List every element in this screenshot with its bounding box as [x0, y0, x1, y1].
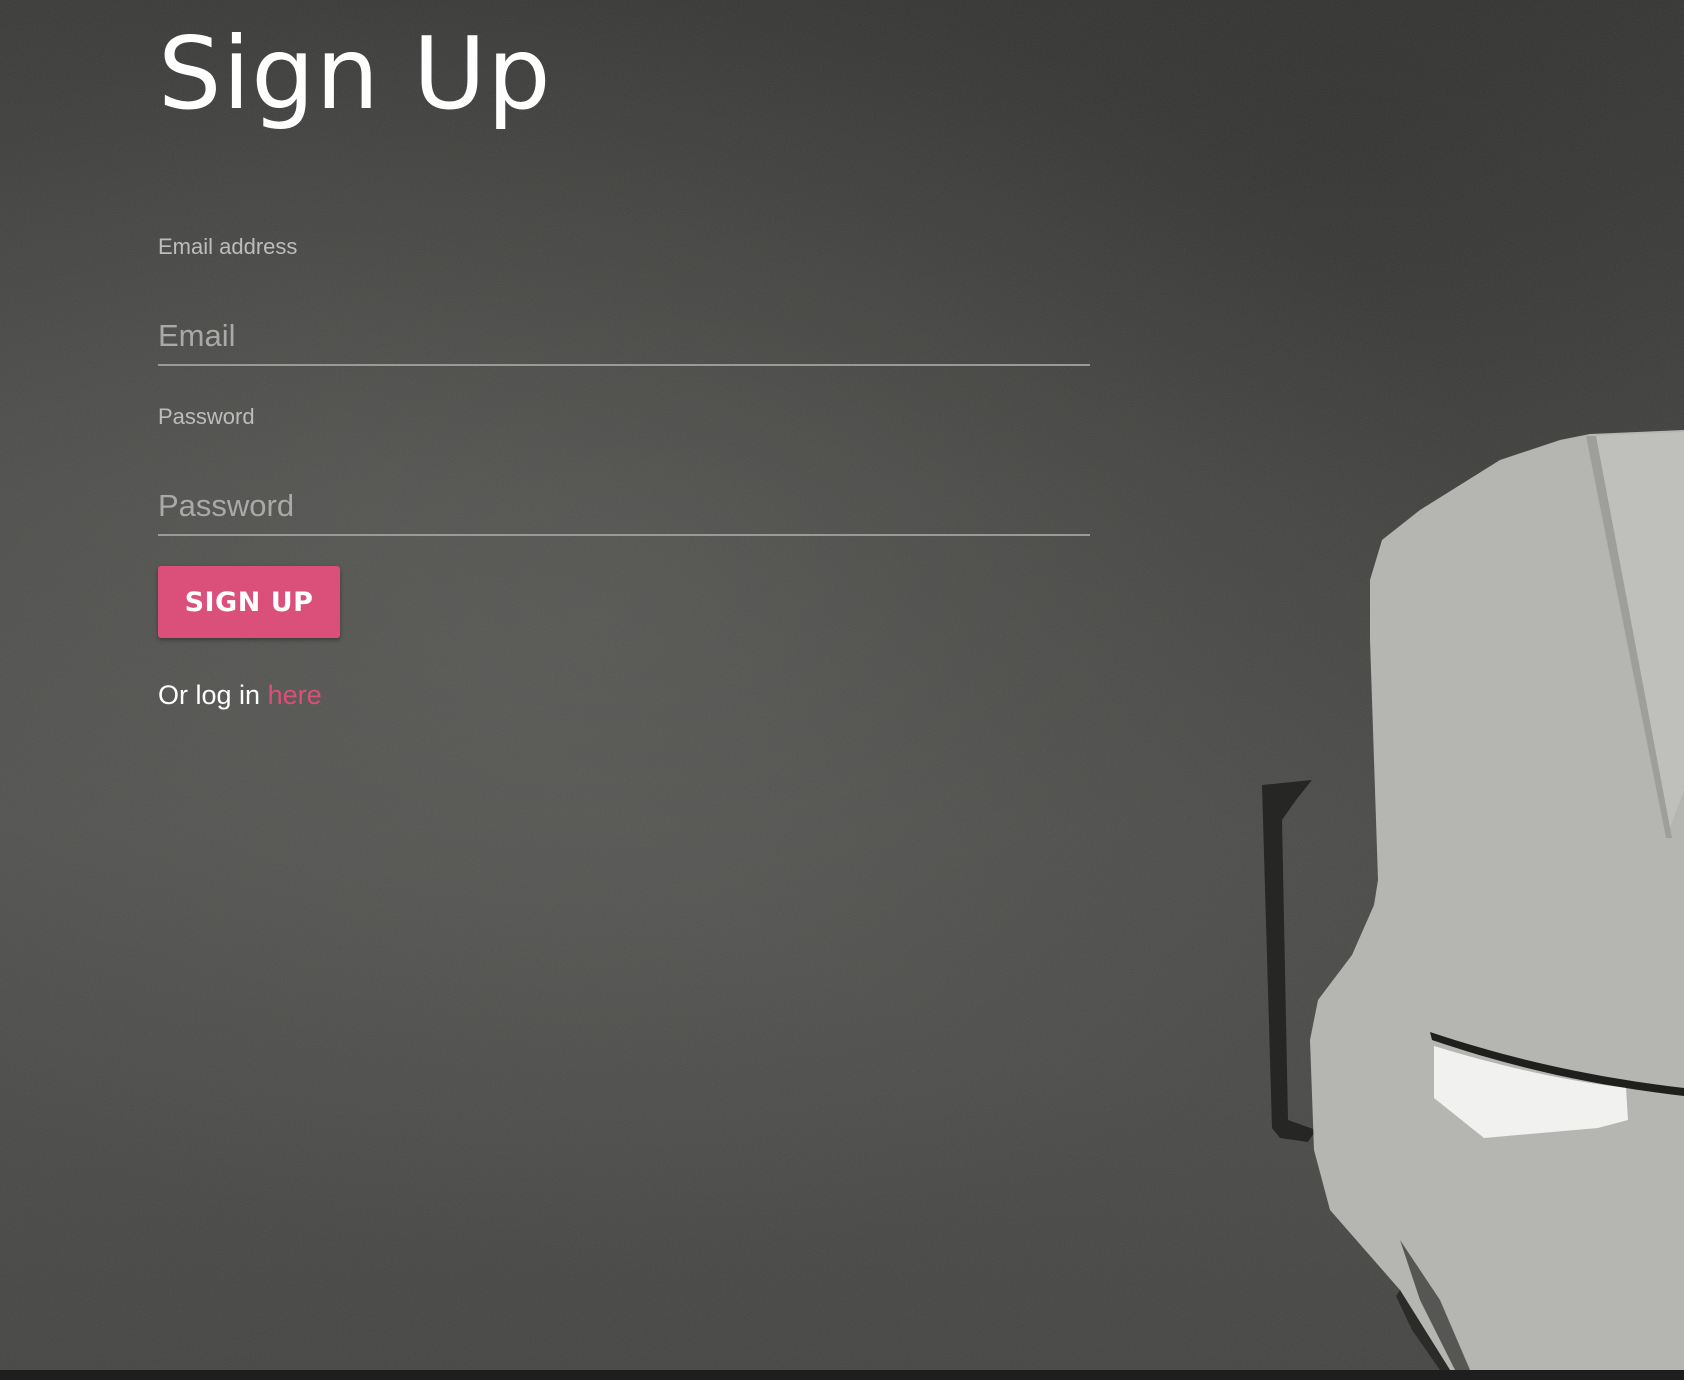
password-field[interactable] — [158, 478, 1090, 536]
sign-up-button[interactable]: SIGN UP — [158, 566, 340, 638]
email-label: Email address — [158, 234, 298, 259]
login-prompt-text: Or log in — [158, 680, 261, 710]
password-label: Password — [158, 404, 255, 429]
page-title: Sign Up — [158, 15, 552, 132]
bottom-edge-bar — [0, 1370, 1684, 1380]
email-field[interactable] — [158, 308, 1090, 366]
login-link[interactable]: here — [268, 680, 322, 710]
login-prompt: Or log in here — [158, 680, 322, 711]
